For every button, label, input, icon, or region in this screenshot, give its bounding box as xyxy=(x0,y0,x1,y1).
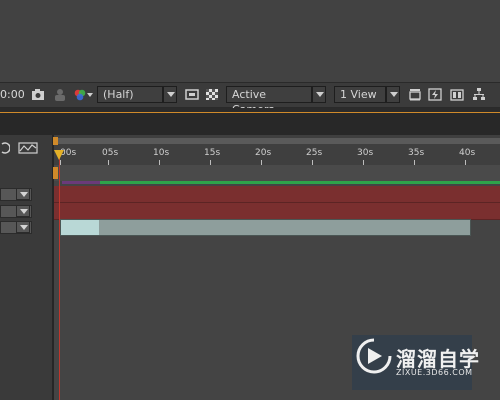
work-area-bar[interactable] xyxy=(56,138,500,144)
resolution-dropdown[interactable]: (Half) xyxy=(97,86,163,103)
view-layout-dropdown-arrow[interactable] xyxy=(386,86,400,103)
tick-label-40s: 40s xyxy=(459,148,476,158)
layer-1-mode-dropdown[interactable] xyxy=(16,188,30,200)
work-area-start-handle[interactable] xyxy=(53,137,58,145)
tick-label-05s: 05s xyxy=(102,148,119,158)
composition-viewer xyxy=(0,0,500,82)
layer-row-1[interactable] xyxy=(52,186,500,203)
flowchart-icon[interactable] xyxy=(472,88,486,101)
camera-dropdown[interactable]: Active Camera xyxy=(226,86,312,116)
render-cache-bar-start xyxy=(62,181,100,184)
timecode-display[interactable]: 0:00 xyxy=(0,88,25,102)
panel-tab-bar xyxy=(0,113,500,135)
tick-label-35s: 35s xyxy=(408,148,425,158)
viewer-toolbar: 0:00 (Half) Active Camera 1 View xyxy=(0,82,500,116)
show-snapshot-icon[interactable] xyxy=(53,88,67,101)
region-of-interest-icon[interactable] xyxy=(185,88,199,101)
pixel-aspect-icon[interactable] xyxy=(408,88,422,101)
resolution-value: (Half) xyxy=(103,88,134,101)
tick-label-30s: 30s xyxy=(357,148,374,158)
layer-switches-column xyxy=(0,135,52,400)
render-cache-bar xyxy=(62,181,500,184)
tick-label-20s: 20s xyxy=(255,148,272,158)
channel-dropdown-icon[interactable] xyxy=(86,88,94,101)
current-time-indicator[interactable] xyxy=(54,150,64,160)
channel-rgb-icon[interactable] xyxy=(73,88,87,101)
graph-editor-icon[interactable] xyxy=(18,142,38,154)
layer-3-thumbnail xyxy=(61,220,99,235)
timeline-toggle-icon[interactable] xyxy=(450,88,464,101)
tick-label-25s: 25s xyxy=(306,148,323,158)
fast-preview-icon[interactable] xyxy=(428,88,442,101)
snapshot-camera-icon[interactable] xyxy=(31,88,45,101)
layer-3-mode-dropdown[interactable] xyxy=(16,221,30,233)
camera-dropdown-arrow[interactable] xyxy=(312,86,326,103)
tick-label-10s: 10s xyxy=(153,148,170,158)
view-layout-value: 1 View xyxy=(340,88,377,101)
watermark-logo-icon xyxy=(356,338,392,374)
layer-2-mode-dropdown[interactable] xyxy=(16,205,30,217)
layer-3-duration-bar[interactable] xyxy=(60,219,471,236)
watermark-url: ZIXUE.3D66.COM xyxy=(396,368,473,377)
transparency-grid-icon[interactable] xyxy=(205,88,219,101)
resolution-dropdown-arrow[interactable] xyxy=(163,86,177,103)
layer-row-2[interactable] xyxy=(52,203,500,220)
time-navigator-start-handle[interactable] xyxy=(53,167,58,179)
current-time-indicator-line[interactable] xyxy=(59,150,60,400)
motion-blur-icon[interactable] xyxy=(0,141,10,155)
tick-label-15s: 15s xyxy=(204,148,221,158)
time-navigator-row xyxy=(52,165,500,181)
view-layout-dropdown[interactable]: 1 View xyxy=(334,86,386,103)
